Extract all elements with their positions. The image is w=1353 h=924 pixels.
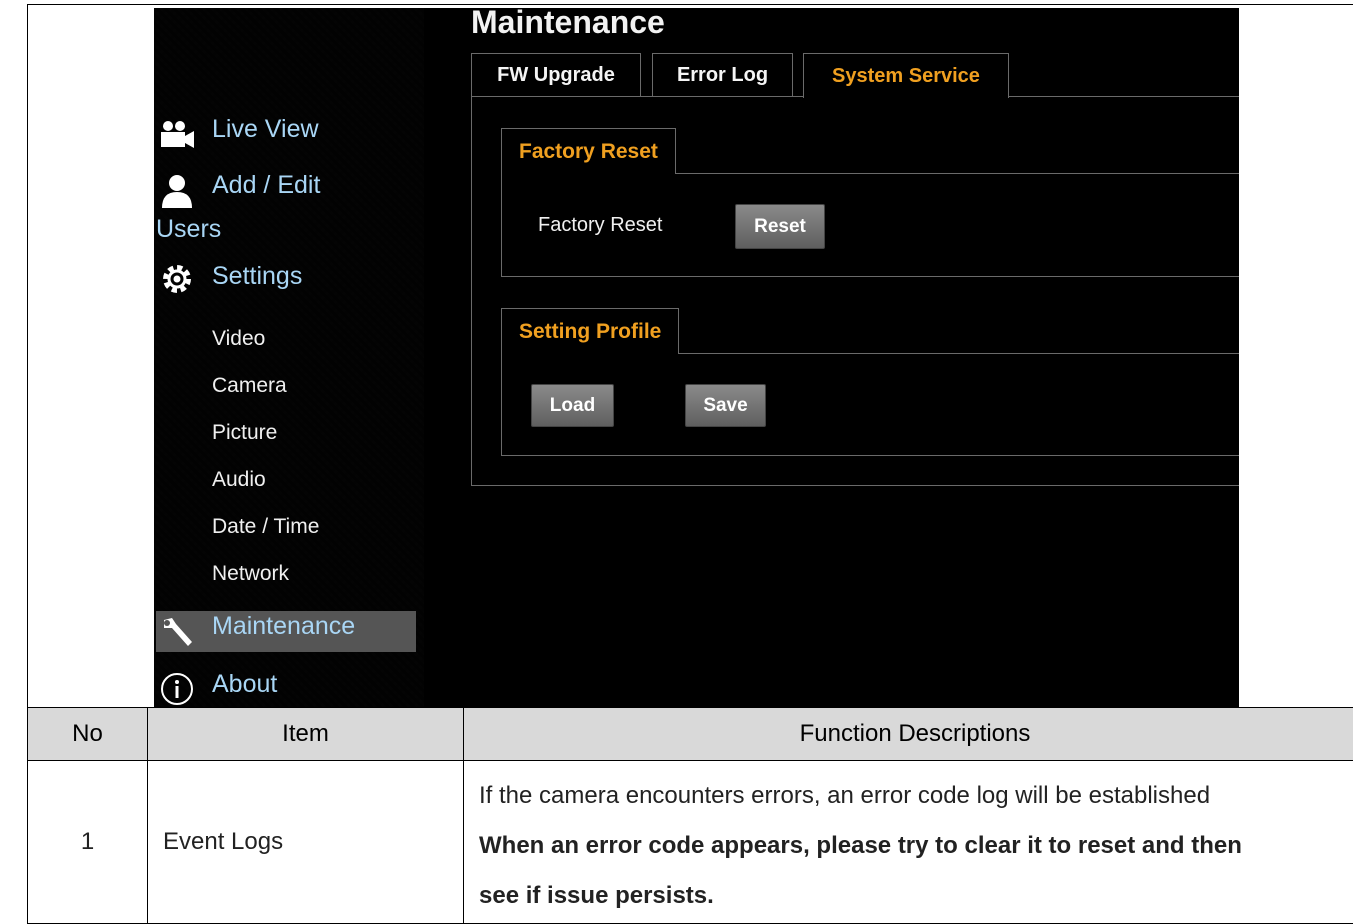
save-button[interactable]: Save <box>685 384 766 427</box>
nav-label-maintenance: Maintenance <box>212 612 355 641</box>
cell-description: If the camera encounters errors, an erro… <box>464 761 1353 924</box>
camera-web-ui-screenshot: Live View Add / Edit Users Settings Vide… <box>154 8 1239 708</box>
load-button[interactable]: Load <box>531 384 614 427</box>
description-line-1: If the camera encounters errors, an erro… <box>479 771 1353 821</box>
table-header-row: No Item Function Descriptions <box>28 708 1353 761</box>
page-title: Maintenance <box>471 8 665 41</box>
setting-profile-group-title: Setting Profile <box>501 308 679 354</box>
nav-label-users: Users <box>156 215 221 244</box>
cell-item: Event Logs <box>148 761 464 924</box>
user-icon <box>158 174 196 208</box>
nav-label-add-edit: Add / Edit <box>212 171 320 200</box>
sidebar-item-camera[interactable]: Camera <box>212 374 287 398</box>
wrench-icon <box>158 614 196 648</box>
nav-label-settings: Settings <box>212 262 302 291</box>
nav-label-about: About <box>212 670 277 699</box>
main-content: Maintenance FW Upgrade Error Log System … <box>424 8 1239 708</box>
description-line-3: see if issue persists. <box>479 871 1353 921</box>
camera-icon <box>158 118 196 152</box>
setting-profile-group: Setting Profile Load Save <box>501 353 1239 456</box>
page-left-border <box>27 4 28 710</box>
header-item: Item <box>148 708 464 761</box>
factory-reset-group-title: Factory Reset <box>501 128 676 174</box>
page-top-border <box>27 4 1353 5</box>
sidebar-item-network[interactable]: Network <box>212 562 289 586</box>
gear-icon <box>158 262 196 296</box>
tab-error-log[interactable]: Error Log <box>652 53 793 96</box>
sidebar-item-picture[interactable]: Picture <box>212 421 277 445</box>
sidebar-item-date-time[interactable]: Date / Time <box>212 515 319 539</box>
factory-reset-label: Factory Reset <box>538 214 662 237</box>
tab-system-service[interactable]: System Service <box>803 53 1009 98</box>
nav-label-live-view: Live View <box>212 115 319 144</box>
header-function-descriptions: Function Descriptions <box>464 708 1353 761</box>
tab-fw-upgrade[interactable]: FW Upgrade <box>471 53 641 96</box>
reset-button[interactable]: Reset <box>735 204 825 249</box>
description-line-2: When an error code appears, please try t… <box>479 821 1353 871</box>
header-no: No <box>28 708 148 761</box>
factory-reset-group: Factory Reset Factory Reset Reset <box>501 173 1239 277</box>
sidebar: Live View Add / Edit Users Settings Vide… <box>154 8 424 708</box>
info-icon <box>158 672 196 706</box>
cell-no: 1 <box>28 761 148 924</box>
table-row: 1 Event Logs If the camera encounters er… <box>28 761 1353 924</box>
sidebar-item-audio[interactable]: Audio <box>212 468 266 492</box>
sidebar-item-video[interactable]: Video <box>212 327 265 351</box>
function-description-table: No Item Function Descriptions 1 Event Lo… <box>27 707 1353 924</box>
